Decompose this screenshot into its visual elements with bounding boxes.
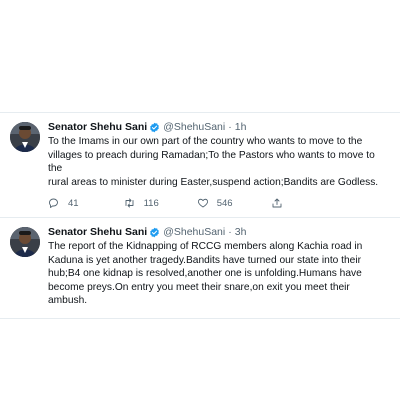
tweet-text-line: hub;B4 one kidnap is resolved,another on… — [48, 268, 362, 279]
retweet-icon — [125, 198, 134, 208]
reply-icon — [49, 198, 58, 208]
tweet-feed: Senator Shehu Sani @ShehuSani · 1h To th… — [0, 112, 400, 319]
tweet[interactable]: Senator Shehu Sani @ShehuSani · 3h The r… — [0, 217, 400, 319]
separator-dot: · — [228, 226, 232, 238]
tweet-text-line: villages to preach during Ramadan;To the… — [48, 149, 375, 175]
tweet[interactable]: Senator Shehu Sani @ShehuSani · 1h To th… — [0, 112, 400, 217]
tweet-timestamp[interactable]: 3h — [235, 225, 247, 239]
reply-count: 41 — [68, 197, 79, 209]
avatar[interactable] — [10, 122, 40, 152]
author-name[interactable]: Senator Shehu Sani — [48, 225, 147, 239]
tweet-header: Senator Shehu Sani @ShehuSani · 1h — [48, 120, 390, 134]
tweet-text: To the Imams in our own part of the coun… — [48, 135, 390, 189]
like-count: 546 — [216, 197, 233, 209]
verified-badge-icon — [149, 227, 160, 238]
retweet-button[interactable]: 116 — [123, 197, 159, 209]
author-name[interactable]: Senator Shehu Sani — [48, 120, 147, 134]
tweet-actions: 41 116 546 — [48, 197, 390, 209]
share-button[interactable] — [271, 197, 291, 209]
avatar[interactable] — [10, 227, 40, 257]
tweet-header: Senator Shehu Sani @ShehuSani · 3h — [48, 225, 390, 239]
author-handle[interactable]: @ShehuSani — [163, 120, 225, 134]
author-handle[interactable]: @ShehuSani — [163, 225, 225, 239]
verified-badge-icon — [149, 122, 160, 133]
tweet-text-line: become preys.On entry you meet their sna… — [48, 281, 350, 307]
reply-button[interactable]: 41 — [48, 197, 79, 209]
retweet-count: 116 — [143, 197, 159, 209]
heart-icon — [197, 198, 208, 208]
tweet-text-line: To the Imams in our own part of the coun… — [48, 136, 363, 147]
tweet-text-line: The report of the Kidnapping of RCCG mem… — [48, 241, 363, 252]
share-icon — [272, 198, 282, 208]
separator-dot: · — [228, 121, 232, 133]
tweet-timestamp[interactable]: 1h — [235, 120, 247, 134]
like-button[interactable]: 546 — [197, 197, 233, 209]
tweet-text-line: Kaduna is yet another tragedy.Bandits ha… — [48, 254, 361, 266]
tweet-text: The report of the Kidnapping of RCCG mem… — [48, 240, 390, 308]
tweet-text-line: rural areas to minister during Easter,su… — [48, 176, 379, 188]
